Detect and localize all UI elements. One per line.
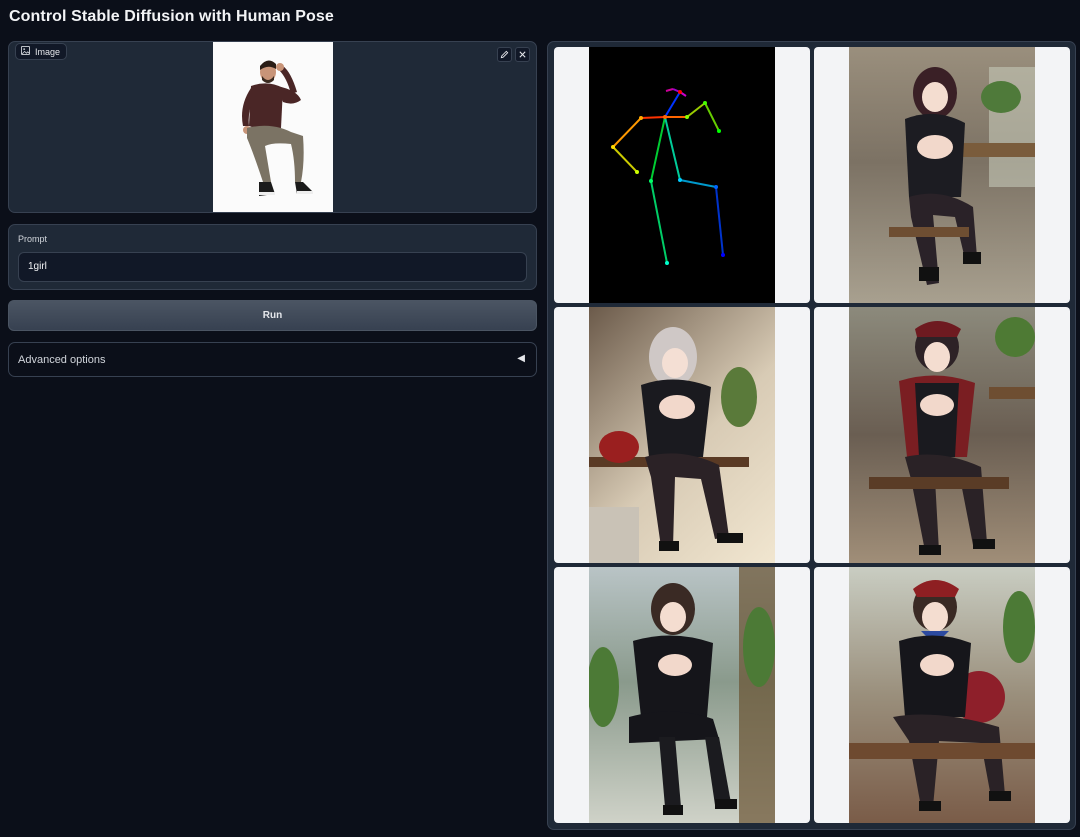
image-label-text: Image (35, 46, 61, 57)
image-input-panel[interactable]: Image (8, 41, 537, 213)
prompt-input[interactable]: 1girl (18, 252, 527, 282)
edit-button[interactable] (497, 47, 512, 62)
output-gallery (547, 41, 1076, 830)
gallery-item-generated-4[interactable] (554, 567, 810, 823)
generated-image (849, 47, 1035, 303)
image-label-badge: Image (15, 43, 68, 60)
advanced-options-accordion[interactable]: Advanced options ◀ (8, 342, 537, 377)
input-photo (213, 42, 333, 212)
prompt-label: Prompt (18, 234, 48, 244)
gallery-item-generated-2[interactable] (554, 307, 810, 563)
collapse-arrow-icon[interactable]: ◀ (517, 353, 525, 364)
image-icon (21, 46, 30, 57)
gallery-item-pose[interactable] (554, 47, 810, 303)
generated-image (589, 307, 775, 563)
run-button[interactable]: Run (8, 300, 537, 331)
gallery-item-generated-1[interactable] (814, 47, 1070, 303)
generated-image (589, 567, 775, 823)
pose-skeleton-image (589, 47, 775, 303)
close-icon (518, 46, 527, 64)
gallery-item-generated-3[interactable] (814, 307, 1070, 563)
prompt-panel: Prompt 1girl (8, 224, 537, 290)
gallery-item-generated-5[interactable] (814, 567, 1070, 823)
edit-icon (500, 46, 509, 64)
page-title: Control Stable Diffusion with Human Pose (9, 8, 334, 25)
generated-image (849, 567, 1035, 823)
clear-button[interactable] (515, 47, 530, 62)
advanced-options-label: Advanced options (18, 354, 106, 366)
generated-image (849, 307, 1035, 563)
